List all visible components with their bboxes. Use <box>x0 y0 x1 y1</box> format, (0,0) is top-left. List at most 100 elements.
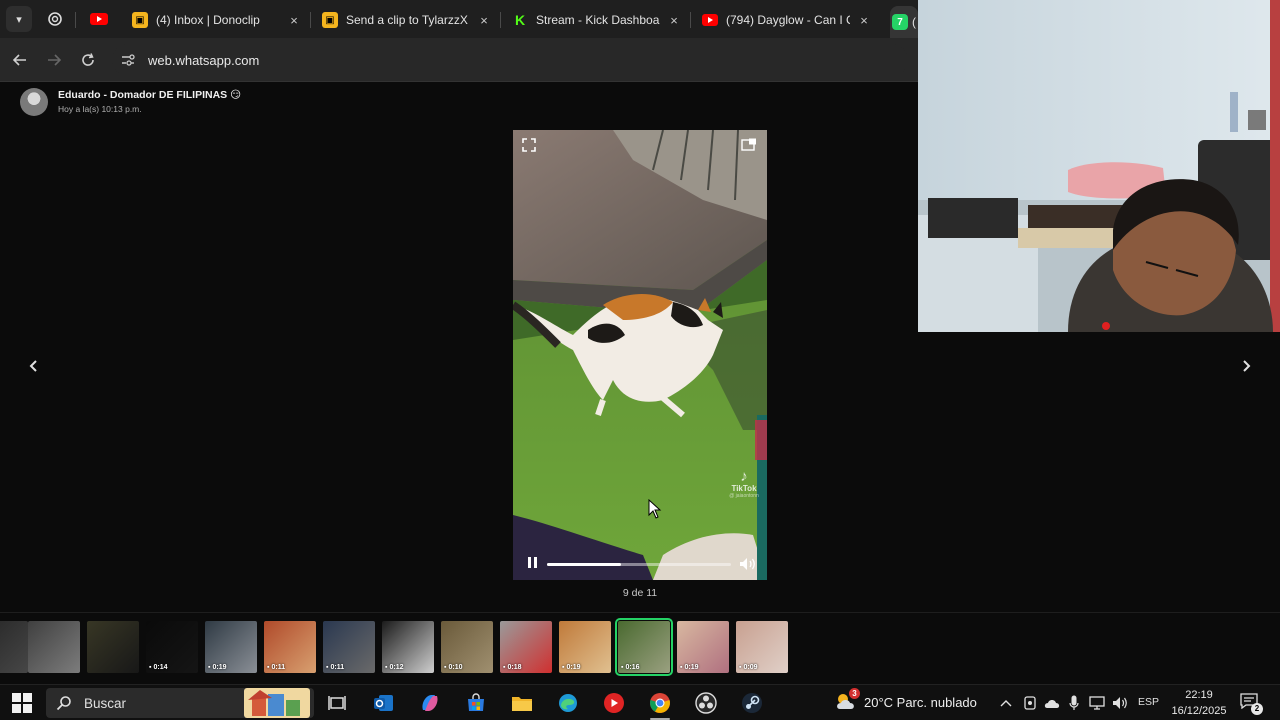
whatsapp-icon: 7 <box>892 14 908 30</box>
thumbnail-duration: 0:16 <box>621 664 639 671</box>
steam-icon[interactable] <box>740 691 764 715</box>
avatar <box>20 88 48 116</box>
media-thumbnail[interactable]: 0:09 <box>736 621 788 673</box>
media-thumbnail[interactable] <box>87 621 139 673</box>
kick-icon: K <box>512 12 528 28</box>
weather-icon: 3 <box>834 688 860 713</box>
media-thumbnail[interactable]: 0:12 <box>382 621 434 673</box>
media-thumbnail-strip: 0:14 0:19 0:11 0:11 0:12 0:10 0:18 0:19 0:16 0:19… <box>0 612 1280 684</box>
video-controls <box>513 548 767 580</box>
search-icon <box>56 696 71 711</box>
volume-icon[interactable] <box>739 557 757 571</box>
media-thumbnail[interactable] <box>28 621 80 673</box>
thumbnail-duration: 0:19 <box>208 664 226 671</box>
tab-title: Stream - Kick Dashboard <box>536 13 660 27</box>
pause-button[interactable] <box>525 557 539 571</box>
search-label: Buscar <box>84 695 127 711</box>
tab-kick-dashboard[interactable]: K Stream - Kick Dashboard × <box>512 6 682 34</box>
clock-date: 16/12/2025 <box>1171 705 1227 717</box>
windows-taskbar: Buscar 3 20°C Parc. nublado ESP 22:19 16… <box>0 684 1280 720</box>
clock-time: 22:19 <box>1185 689 1213 701</box>
thumbnail-duration: 0:19 <box>680 664 698 671</box>
notification-center-icon[interactable]: 2 <box>1240 693 1263 715</box>
microsoft-store-icon[interactable] <box>464 691 488 715</box>
video-progress-bar[interactable] <box>547 563 731 566</box>
onedrive-icon[interactable] <box>1043 693 1061 713</box>
media-thumbnail[interactable]: 0:11 <box>323 621 375 673</box>
picture-in-picture-icon[interactable] <box>741 138 757 152</box>
youtube-icon <box>702 12 718 28</box>
microphone-icon[interactable] <box>1067 693 1081 713</box>
tab-title: (794) Dayglow - Can I Ca <box>726 13 850 27</box>
edge-icon[interactable] <box>556 691 580 715</box>
video-frame <box>513 130 767 580</box>
media-counter: 9 de 11 <box>622 587 658 599</box>
tiktok-watermark: ♪ TikTok @ jaiaontonn <box>727 468 761 499</box>
youtube-app-icon[interactable] <box>602 691 626 715</box>
address-bar[interactable]: web.whatsapp.com <box>112 44 908 76</box>
tab-send-clip[interactable]: ▣ Send a clip to TylarzzX | D × <box>322 6 492 34</box>
media-thumbnail[interactable] <box>0 621 28 673</box>
copilot-icon[interactable] <box>418 691 442 715</box>
youtube-icon[interactable] <box>88 8 110 30</box>
video-player[interactable]: ♪ TikTok @ jaiaontonn <box>513 130 767 580</box>
thumbnail-duration: 0:14 <box>149 664 167 671</box>
media-thumbnail[interactable]: 0:19 <box>559 621 611 673</box>
tiktok-brand: TikTok <box>731 484 757 493</box>
input-language[interactable]: ESP <box>1138 696 1159 708</box>
sender-timestamp: Hoy a la(s) 10:13 p.m. <box>58 104 142 114</box>
weather-text: 20°C Parc. nublado <box>864 694 977 710</box>
tab-youtube-dayglow[interactable]: (794) Dayglow - Can I Ca × <box>702 6 872 34</box>
media-thumbnail[interactable]: 0:10 <box>441 621 493 673</box>
obs-icon[interactable] <box>694 691 718 715</box>
screen: ▾ ▣ (4) Inbox | Donoclip × ▣ Send a clip… <box>0 0 1280 720</box>
fullscreen-icon[interactable] <box>522 138 536 152</box>
media-thumbnail[interactable]: 0:19 <box>205 621 257 673</box>
forward-button[interactable] <box>42 48 66 72</box>
search-highlight-illustration <box>244 688 310 718</box>
browser-toolbar: web.whatsapp.com <box>0 38 918 82</box>
close-icon[interactable]: × <box>286 13 302 28</box>
donoclip-icon: ▣ <box>132 12 148 28</box>
system-clock[interactable]: 22:19 16/12/2025 <box>1166 687 1232 719</box>
next-media-button[interactable] <box>1236 356 1256 376</box>
chrome-icon[interactable] <box>648 691 672 715</box>
previous-media-button[interactable] <box>24 356 44 376</box>
close-icon[interactable]: × <box>856 13 872 28</box>
network-icon[interactable] <box>1088 693 1106 713</box>
back-button[interactable] <box>8 48 32 72</box>
capture-icon[interactable] <box>1022 693 1038 713</box>
tab-title: (4) Inbox | Donoclip <box>156 13 260 27</box>
close-icon[interactable]: × <box>666 13 682 28</box>
tiktok-icon: ♪ <box>740 468 748 485</box>
url-text: web.whatsapp.com <box>148 52 260 68</box>
video-progress-fill <box>547 563 621 566</box>
reload-button[interactable] <box>76 48 100 72</box>
media-thumbnail[interactable]: 0:11 <box>264 621 316 673</box>
taskbar-search[interactable]: Buscar <box>46 688 314 718</box>
mouse-cursor-icon <box>648 499 662 519</box>
task-view-icon[interactable] <box>325 691 349 715</box>
tab-donoclip-inbox[interactable]: ▣ (4) Inbox | Donoclip × <box>132 6 302 34</box>
tab-title: Send a clip to TylarzzX | D <box>346 13 470 27</box>
site-settings-icon[interactable] <box>118 50 138 70</box>
chevron-up-icon[interactable] <box>998 693 1014 713</box>
outlook-icon[interactable] <box>372 691 396 715</box>
media-thumbnail[interactable]: 0:14 <box>146 621 198 673</box>
tab-search-button[interactable]: ▾ <box>6 6 32 32</box>
close-icon[interactable]: × <box>476 13 492 28</box>
file-explorer-icon[interactable] <box>510 691 534 715</box>
media-thumbnail[interactable]: 0:18 <box>500 621 552 673</box>
start-button[interactable] <box>12 693 32 713</box>
media-thumbnail[interactable]: 0:19 <box>677 621 729 673</box>
media-thumbnail[interactable]: 0:16 <box>615 618 673 676</box>
weather-alert-badge: 3 <box>849 688 860 699</box>
volume-tray-icon[interactable] <box>1111 693 1129 713</box>
chatgpt-icon[interactable] <box>44 8 66 30</box>
thumbnail-duration: 0:12 <box>385 664 403 671</box>
media-sender[interactable]: Eduardo - Domador DE FILIPINAS 😏 Hoy a l… <box>20 88 241 116</box>
thumbnail-duration: 0:18 <box>503 664 521 671</box>
donoclip-icon: ▣ <box>322 12 338 28</box>
tab-whatsapp-active[interactable]: 7 ( <box>890 6 918 38</box>
weather-widget[interactable]: 3 20°C Parc. nublado <box>834 688 977 713</box>
